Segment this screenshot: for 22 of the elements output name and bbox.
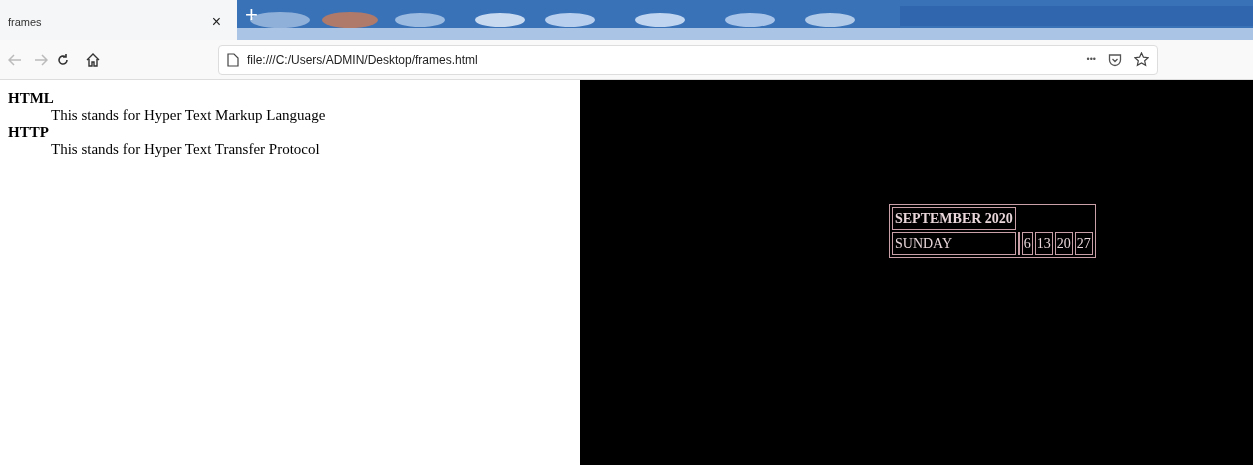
definition-text: This stands for Hyper Text Transfer Protocol [50, 141, 321, 158]
url-text: file:///C:/Users/ADMIN/Desktop/frames.html [247, 51, 478, 69]
calendar-date: 13 [1034, 232, 1053, 255]
calendar-date: 20 [1054, 232, 1073, 255]
calendar-date: 6 [1021, 232, 1033, 255]
pocket-icon[interactable] [1108, 52, 1122, 67]
page-icon [227, 52, 239, 67]
home-icon[interactable] [86, 52, 100, 67]
calendar-date: 27 [1074, 232, 1093, 255]
close-button[interactable]: × [211, 10, 221, 34]
definition-term: HTML [8, 90, 55, 107]
browser-tab[interactable]: frames × [0, 0, 237, 40]
reload-icon[interactable] [56, 52, 70, 67]
star-icon[interactable] [1134, 52, 1149, 67]
calendar-day: SUNDAY [892, 232, 1016, 255]
definition-text: This stands for Hyper Text Markup Language [50, 107, 327, 124]
address-bar[interactable]: file:///C:/Users/ADMIN/Desktop/frames.html ••• [218, 44, 1158, 75]
tab-title: frames [8, 14, 42, 30]
more-icon[interactable]: ••• [1086, 52, 1096, 67]
new-tab-button[interactable]: + [245, 4, 258, 40]
definition-term: HTTP [8, 124, 50, 141]
calendar-month: SEPTEMBER 2020 [892, 207, 1016, 230]
